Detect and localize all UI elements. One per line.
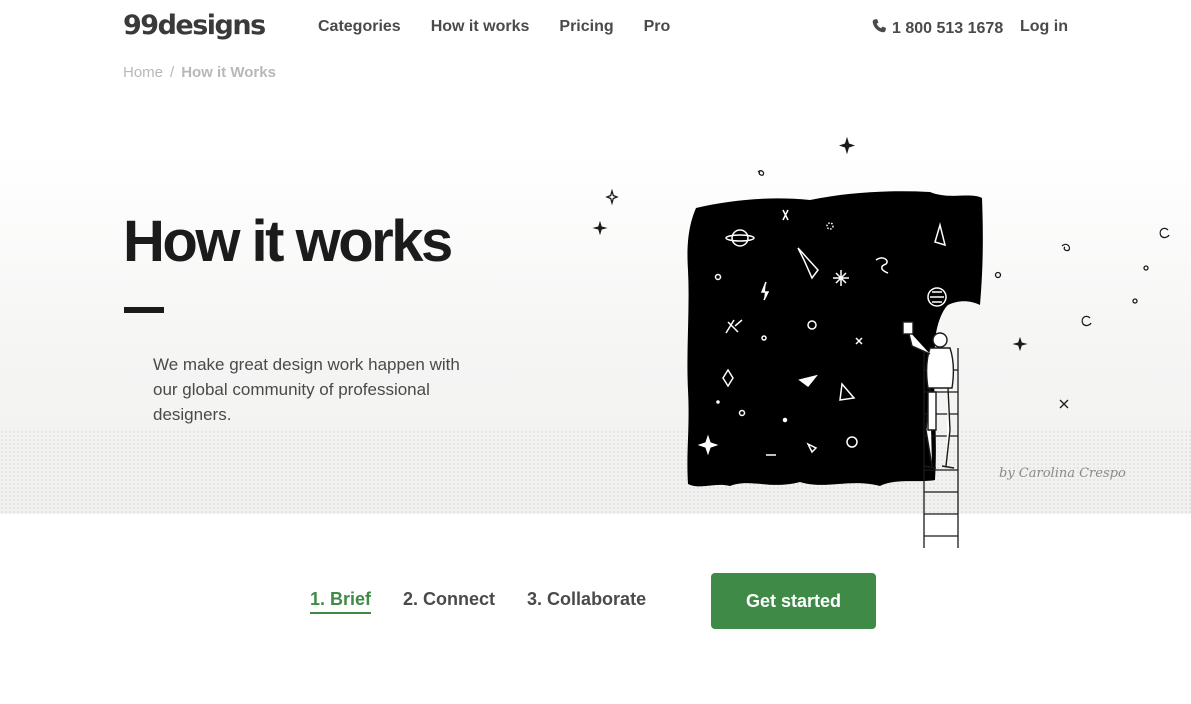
steps-nav: 1. Brief 2. Connect 3. Collaborate	[310, 589, 646, 614]
breadcrumb-current: How it Works	[181, 64, 276, 81]
nav-item-how-it-works[interactable]: How it works	[431, 18, 530, 36]
phone-number: 1 800 513 1678	[892, 19, 1004, 37]
login-link[interactable]: Log in	[1020, 18, 1068, 36]
nav-item-categories[interactable]: Categories	[318, 18, 401, 36]
illustration-credit: by Carolina Crespo	[999, 466, 1126, 481]
main-nav: Categories How it works Pricing Pro	[318, 18, 670, 36]
site-header: 99designs Categories How it works Pricin…	[0, 0, 1191, 56]
title-underline-bar	[124, 307, 164, 313]
hero-illustration	[592, 136, 1170, 548]
breadcrumb-home[interactable]: Home	[123, 64, 163, 81]
phone-icon	[871, 18, 887, 39]
nav-item-pro[interactable]: Pro	[644, 18, 671, 36]
breadcrumb-separator: /	[170, 64, 175, 81]
get-started-button[interactable]: Get started	[711, 573, 876, 629]
brand-logo[interactable]: 99designs	[123, 10, 266, 41]
step-brief[interactable]: 1. Brief	[310, 589, 372, 614]
step-connect[interactable]: 2. Connect	[403, 589, 495, 614]
phone-contact[interactable]: 1 800 513 1678	[871, 18, 1003, 39]
step-collaborate[interactable]: 3. Collaborate	[527, 589, 646, 614]
page-title: How it works	[123, 209, 453, 274]
breadcrumb: Home / How it Works	[123, 64, 276, 81]
nav-item-pricing[interactable]: Pricing	[559, 18, 613, 36]
hero-description: We make great design work happen with ou…	[153, 355, 460, 424]
